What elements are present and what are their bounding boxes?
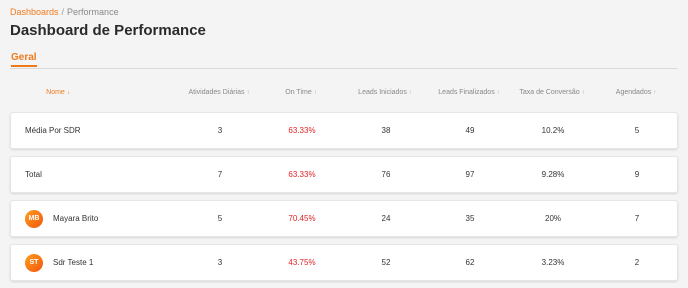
column-header-label: Leads Iniciados [358, 89, 407, 96]
cell-leads_finalizados: 62 [465, 258, 475, 267]
breadcrumb-separator: / [61, 7, 65, 17]
column-header-ontime[interactable]: On Time ↑ [285, 89, 316, 96]
cell-leads_iniciados: 52 [381, 258, 391, 267]
cell-agendados: 2 [634, 258, 640, 267]
column-header-label: On Time [285, 89, 312, 96]
row-name: Mayara Brito [53, 214, 99, 223]
arrow-up-icon: ↑ [313, 90, 317, 96]
cell-leads_finalizados: 97 [465, 170, 475, 179]
column-header-label: Taxa de Conversão [519, 89, 580, 96]
cell-name: Média Por SDR [25, 113, 81, 148]
arrow-up-icon: ↑ [581, 90, 585, 96]
breadcrumb-current: Performance [67, 7, 119, 17]
cell-ontime: 43.75% [288, 258, 316, 267]
table-row[interactable]: MB Mayara Brito 5 70.45% 24 35 20% 7 [10, 200, 678, 237]
breadcrumb: Dashboards / Performance [10, 7, 119, 17]
column-header-leads_iniciados[interactable]: Leads Iniciados ↑ [358, 89, 412, 96]
cell-ontime: 70.45% [288, 214, 316, 223]
table-row[interactable]: ST Sdr Teste 1 3 43.75% 52 62 3.23% 2 [10, 244, 678, 281]
tab-divider [10, 68, 678, 69]
avatar: ST [25, 253, 43, 272]
arrow-down-icon: ↓ [66, 90, 70, 96]
table-row[interactable]: Total 7 63.33% 76 97 9.28% 9 [10, 156, 678, 193]
column-header-label: Leads Finalizados [438, 89, 495, 96]
cell-taxa: 20% [544, 214, 562, 223]
arrow-up-icon: ↑ [246, 90, 250, 96]
column-header-leads_finalizados[interactable]: Leads Finalizados ↑ [438, 89, 499, 96]
column-header-label: Nome [46, 89, 65, 96]
column-header-label: Agendados [615, 89, 652, 96]
cell-atividades: 5 [217, 214, 223, 223]
column-header-label: Atividades Diárias [188, 89, 245, 96]
cell-leads_finalizados: 49 [465, 126, 475, 135]
column-header-agendados[interactable]: Agendados ↑ [616, 89, 656, 96]
cell-agendados: 5 [634, 126, 640, 135]
arrow-up-icon: ↑ [496, 90, 500, 96]
cell-leads_iniciados: 76 [381, 170, 391, 179]
column-header-name[interactable]: Nome ↓ [46, 89, 70, 96]
column-header-taxa[interactable]: Taxa de Conversão ↑ [519, 89, 584, 96]
cell-taxa: 9.28% [541, 170, 565, 179]
cell-taxa: 10.2% [541, 126, 565, 135]
avatar: MB [25, 209, 43, 228]
cell-leads_finalizados: 35 [465, 214, 475, 223]
tab-geral[interactable]: Geral [11, 52, 37, 67]
arrow-up-icon: ↑ [408, 90, 412, 96]
cell-ontime: 63.33% [288, 126, 316, 135]
row-name: Total [25, 170, 42, 179]
cell-agendados: 7 [634, 214, 640, 223]
cell-atividades: 7 [217, 170, 223, 179]
arrow-up-icon: ↑ [653, 90, 657, 96]
cell-agendados: 9 [634, 170, 640, 179]
cell-taxa: 3.23% [541, 258, 565, 267]
cell-atividades: 3 [217, 258, 223, 267]
cell-atividades: 3 [217, 126, 223, 135]
cell-ontime: 63.33% [288, 170, 316, 179]
row-name: Média Por SDR [25, 126, 81, 135]
table-row[interactable]: Média Por SDR 3 63.33% 38 49 10.2% 5 [10, 112, 678, 149]
cell-leads_iniciados: 38 [381, 126, 391, 135]
page-title: Dashboard de Performance [10, 22, 206, 39]
row-name: Sdr Teste 1 [53, 258, 94, 267]
cell-name: MB Mayara Brito [25, 201, 98, 236]
breadcrumb-dashboards-link[interactable]: Dashboards [10, 7, 59, 17]
cell-name: Total [25, 157, 42, 192]
column-header-atividades[interactable]: Atividades Diárias ↑ [188, 89, 249, 96]
cell-name: ST Sdr Teste 1 [25, 245, 93, 280]
cell-leads_iniciados: 24 [381, 214, 391, 223]
